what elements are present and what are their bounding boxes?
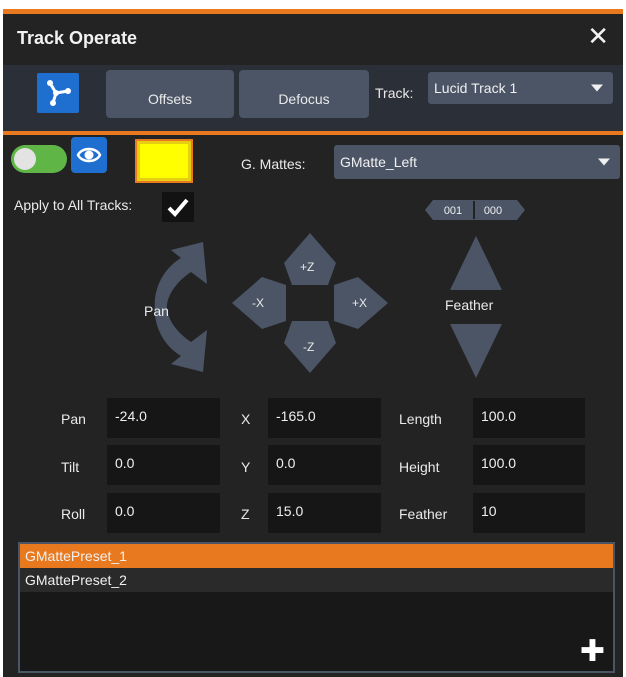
track-node-icon[interactable] <box>37 73 79 113</box>
tilt-label: Tilt <box>61 459 80 475</box>
y-label: Y <box>241 459 251 475</box>
counter-left: 001 <box>444 205 462 217</box>
feather-field[interactable]: 10 <box>473 493 585 533</box>
gmattes-select-value: GMatte_Left <box>340 154 418 170</box>
pan-field[interactable]: -24.0 <box>107 398 220 438</box>
chevron-down-icon <box>591 84 603 92</box>
apply-all-checkbox[interactable] <box>162 192 194 222</box>
feather-label: Feather <box>399 506 448 522</box>
z-field[interactable]: 15.0 <box>268 493 381 533</box>
roll-field[interactable]: 0.0 <box>107 493 220 533</box>
pan-label: Pan <box>61 411 86 427</box>
feather-up-arrow[interactable] <box>450 236 502 290</box>
minus-x-label: -X <box>252 296 264 310</box>
length-field[interactable]: 100.0 <box>473 398 585 438</box>
enable-toggle[interactable] <box>11 145 67 173</box>
eye-icon[interactable] <box>71 137 107 173</box>
color-swatch-fill <box>140 144 188 178</box>
checkmark-icon <box>167 198 189 217</box>
track-label: Track: <box>375 85 414 101</box>
track-select-value: Lucid Track 1 <box>434 80 518 96</box>
toggle-knob <box>14 148 36 170</box>
toolbar: Offsets Defocus Track: Lucid Track 1 <box>3 65 623 135</box>
apply-all-label: Apply to All Tracks: <box>14 197 133 213</box>
plus-z-label: +Z <box>300 260 315 274</box>
x-label: X <box>241 411 251 427</box>
minus-z-label: -Z <box>303 340 315 354</box>
x-field[interactable]: -165.0 <box>268 398 381 438</box>
gmattes-label: G. Mattes: <box>241 156 306 172</box>
tilt-field[interactable]: 0.0 <box>107 445 220 485</box>
y-field[interactable]: 0.0 <box>268 445 381 485</box>
close-icon[interactable]: ✕ <box>587 22 609 50</box>
feather-gizmo-label: Feather <box>445 297 494 313</box>
list-item[interactable]: GMattePreset_2 <box>20 568 613 592</box>
chevron-down-icon <box>598 158 610 166</box>
track-select[interactable]: Lucid Track 1 <box>428 72 613 104</box>
gmattes-select[interactable]: GMatte_Left <box>334 145 620 179</box>
track-operate-panel: Track Operate ✕ Offsets Defocus Track: L… <box>3 9 623 677</box>
pan-gizmo-label: Pan <box>144 303 169 319</box>
tab-offsets[interactable]: Offsets <box>106 70 234 118</box>
counter-right: 000 <box>484 205 502 217</box>
feather-down-arrow[interactable] <box>450 324 502 378</box>
tab-defocus[interactable]: Defocus <box>239 70 369 118</box>
preset-counter: 001 000 <box>425 200 525 220</box>
plus-icon[interactable]: ✚ <box>580 637 605 667</box>
preset-list[interactable]: GMattePreset_1 GMattePreset_2 ✚ <box>18 542 615 673</box>
window-title: Track Operate <box>17 28 138 48</box>
length-label: Length <box>399 411 442 427</box>
plus-z-arrow[interactable] <box>284 233 336 285</box>
plus-x-label: +X <box>352 296 368 310</box>
height-field[interactable]: 100.0 <box>473 445 585 485</box>
list-item[interactable]: GMattePreset_1 <box>20 544 613 568</box>
color-swatch[interactable] <box>135 139 193 183</box>
height-label: Height <box>399 459 440 475</box>
z-label: Z <box>241 506 250 522</box>
roll-label: Roll <box>61 506 86 522</box>
